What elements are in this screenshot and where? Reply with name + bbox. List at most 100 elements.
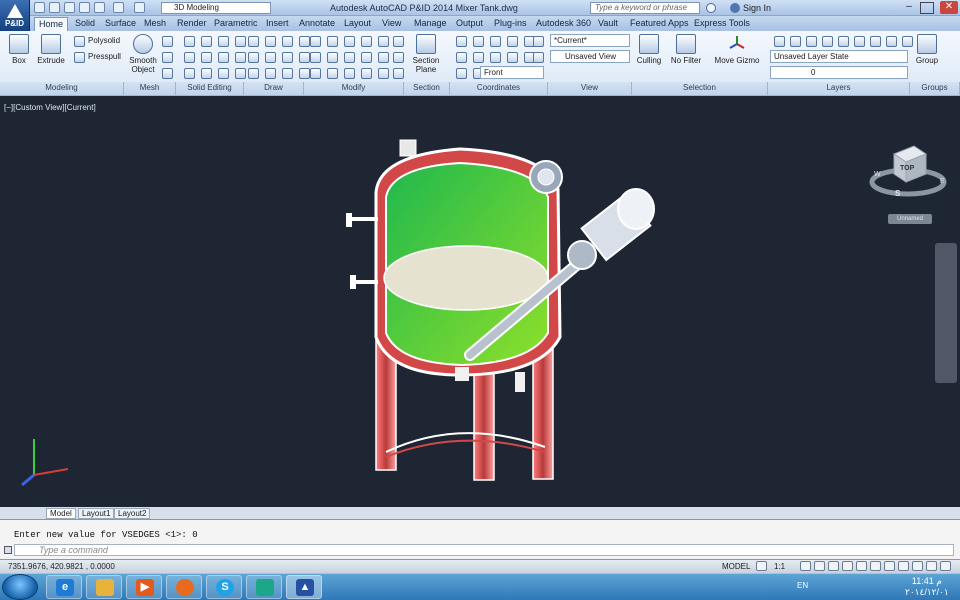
- ribbon-tool-icon[interactable]: [456, 52, 467, 63]
- status-toggle-icon[interactable]: [756, 561, 767, 571]
- panel-layers[interactable]: Layers: [768, 82, 910, 95]
- compass-s[interactable]: S: [895, 189, 900, 198]
- panel-coordinates[interactable]: Coordinates: [450, 82, 548, 95]
- ribbon-tool-icon[interactable]: [235, 52, 246, 63]
- status-toggle-icon[interactable]: [870, 561, 881, 571]
- ribbon-tool-icon[interactable]: [265, 36, 276, 47]
- status-toggle-icon[interactable]: [828, 561, 839, 571]
- tab-featured-apps[interactable]: Featured Apps: [626, 17, 693, 31]
- maximize-icon[interactable]: [920, 2, 934, 14]
- sign-in-link[interactable]: Sign In: [743, 3, 771, 13]
- ribbon-tool-icon[interactable]: [282, 36, 293, 47]
- mesh-tool-icon[interactable]: [162, 68, 173, 79]
- media-player-icon[interactable]: ▶: [126, 575, 162, 599]
- tab-render[interactable]: Render: [173, 17, 211, 31]
- panel-selection[interactable]: Selection: [632, 82, 768, 95]
- named-view-dropdown[interactable]: Unsaved View: [550, 50, 630, 63]
- section-plane-button[interactable]: Section Plane: [408, 34, 444, 74]
- layer-state-dropdown[interactable]: Unsaved Layer State: [770, 50, 908, 63]
- language-indicator[interactable]: EN: [797, 581, 808, 590]
- move-gizmo-button[interactable]: Move Gizmo: [712, 34, 762, 65]
- tab-vault[interactable]: Vault: [594, 17, 622, 31]
- layout-tab-model[interactable]: Model: [46, 508, 76, 519]
- ribbon-tool-icon[interactable]: [184, 36, 195, 47]
- ribbon-tool-icon[interactable]: [870, 36, 881, 47]
- skype-icon[interactable]: S: [206, 575, 242, 599]
- ribbon-tool-icon[interactable]: [790, 36, 801, 47]
- extrude-button[interactable]: Extrude: [34, 34, 68, 65]
- tab-surface[interactable]: Surface: [101, 17, 140, 31]
- panel-view[interactable]: View: [548, 82, 632, 95]
- status-toggle-icon[interactable]: [926, 561, 937, 571]
- autocad-pid-icon[interactable]: ▲: [286, 575, 322, 599]
- ribbon-tool-icon[interactable]: [299, 52, 310, 63]
- ribbon-tool-icon[interactable]: [299, 68, 310, 79]
- compass-e[interactable]: E: [940, 178, 945, 185]
- workspace-dropdown[interactable]: 3D Modeling: [161, 2, 271, 14]
- ribbon-tool-icon[interactable]: [507, 36, 518, 47]
- panel-modeling[interactable]: Modeling: [0, 82, 124, 95]
- close-icon[interactable]: ✕: [940, 1, 958, 14]
- ribbon-tool-icon[interactable]: [201, 52, 212, 63]
- group-button[interactable]: Group: [912, 34, 942, 65]
- ribbon-tool-icon[interactable]: [533, 36, 544, 47]
- tab-plug-ins[interactable]: Plug-ins: [490, 17, 531, 31]
- save-as-icon[interactable]: [79, 2, 90, 13]
- ribbon-tool-icon[interactable]: [218, 52, 229, 63]
- ribbon-tool-icon[interactable]: [201, 68, 212, 79]
- application-menu-button[interactable]: P&ID: [0, 0, 30, 32]
- ribbon-tool-icon[interactable]: [378, 68, 389, 79]
- tab-mesh[interactable]: Mesh: [140, 17, 170, 31]
- firefox-icon[interactable]: [166, 575, 202, 599]
- ribbon-tool-icon[interactable]: [361, 68, 372, 79]
- tab-layout[interactable]: Layout: [340, 17, 375, 31]
- system-clock[interactable]: 11:41 م ٢٠١٤/١٢/٠١: [905, 576, 949, 598]
- ribbon-tool-icon[interactable]: [378, 52, 389, 63]
- ribbon-tool-icon[interactable]: [344, 68, 355, 79]
- windows-start-button[interactable]: [2, 574, 38, 600]
- tab-home[interactable]: Home: [34, 17, 69, 31]
- ribbon-tool-icon[interactable]: [490, 36, 501, 47]
- ucs-named-dropdown[interactable]: Front: [480, 66, 544, 79]
- ribbon-tool-icon[interactable]: [507, 52, 518, 63]
- status-toggle-icon[interactable]: [940, 561, 951, 571]
- polysolid-button[interactable]: Polysolid: [88, 36, 120, 46]
- tab-output[interactable]: Output: [452, 17, 487, 31]
- panel-draw[interactable]: Draw: [244, 82, 304, 95]
- ribbon-tool-icon[interactable]: [361, 52, 372, 63]
- ribbon-tool-icon[interactable]: [184, 68, 195, 79]
- wrench-icon[interactable]: [4, 546, 12, 554]
- save-icon[interactable]: [64, 2, 75, 13]
- ribbon-tool-icon[interactable]: [310, 36, 321, 47]
- ribbon-tool-icon[interactable]: [310, 68, 321, 79]
- ribbon-tool-icon[interactable]: [473, 52, 484, 63]
- open-icon[interactable]: [49, 2, 60, 13]
- ribbon-tool-icon[interactable]: [473, 36, 484, 47]
- ribbon-tool-icon[interactable]: [327, 52, 338, 63]
- ribbon-tool-icon[interactable]: [282, 68, 293, 79]
- ribbon-tool-icon[interactable]: [235, 68, 246, 79]
- cursor-coordinates[interactable]: 7351.9676, 420.9821 , 0.0000: [8, 562, 115, 571]
- tab-annotate[interactable]: Annotate: [295, 17, 339, 31]
- ribbon-tool-icon[interactable]: [344, 36, 355, 47]
- ribbon-tool-icon[interactable]: [344, 52, 355, 63]
- ribbon-tool-icon[interactable]: [299, 36, 310, 47]
- ribbon-tool-icon[interactable]: [822, 36, 833, 47]
- ribbon-tool-icon[interactable]: [456, 36, 467, 47]
- ribbon-tool-icon[interactable]: [886, 36, 897, 47]
- panel-groups[interactable]: Groups: [910, 82, 960, 95]
- ribbon-tool-icon[interactable]: [310, 52, 321, 63]
- new-icon[interactable]: [34, 2, 45, 13]
- tab-autodesk-360[interactable]: Autodesk 360: [532, 17, 595, 31]
- visual-style-dropdown[interactable]: *Current*: [550, 34, 630, 47]
- ribbon-tool-icon[interactable]: [184, 52, 195, 63]
- mesh-tool-icon[interactable]: [162, 52, 173, 63]
- presspull-button[interactable]: Presspull: [88, 52, 121, 62]
- status-toggle-icon[interactable]: [842, 561, 853, 571]
- minimize-icon[interactable]: –: [902, 2, 916, 14]
- status-toggle-icon[interactable]: [912, 561, 923, 571]
- no-filter-button[interactable]: No Filter: [668, 34, 704, 65]
- status-toggle-icon[interactable]: [898, 561, 909, 571]
- search-icon[interactable]: [706, 3, 716, 13]
- status-toggle-icon[interactable]: [800, 561, 811, 571]
